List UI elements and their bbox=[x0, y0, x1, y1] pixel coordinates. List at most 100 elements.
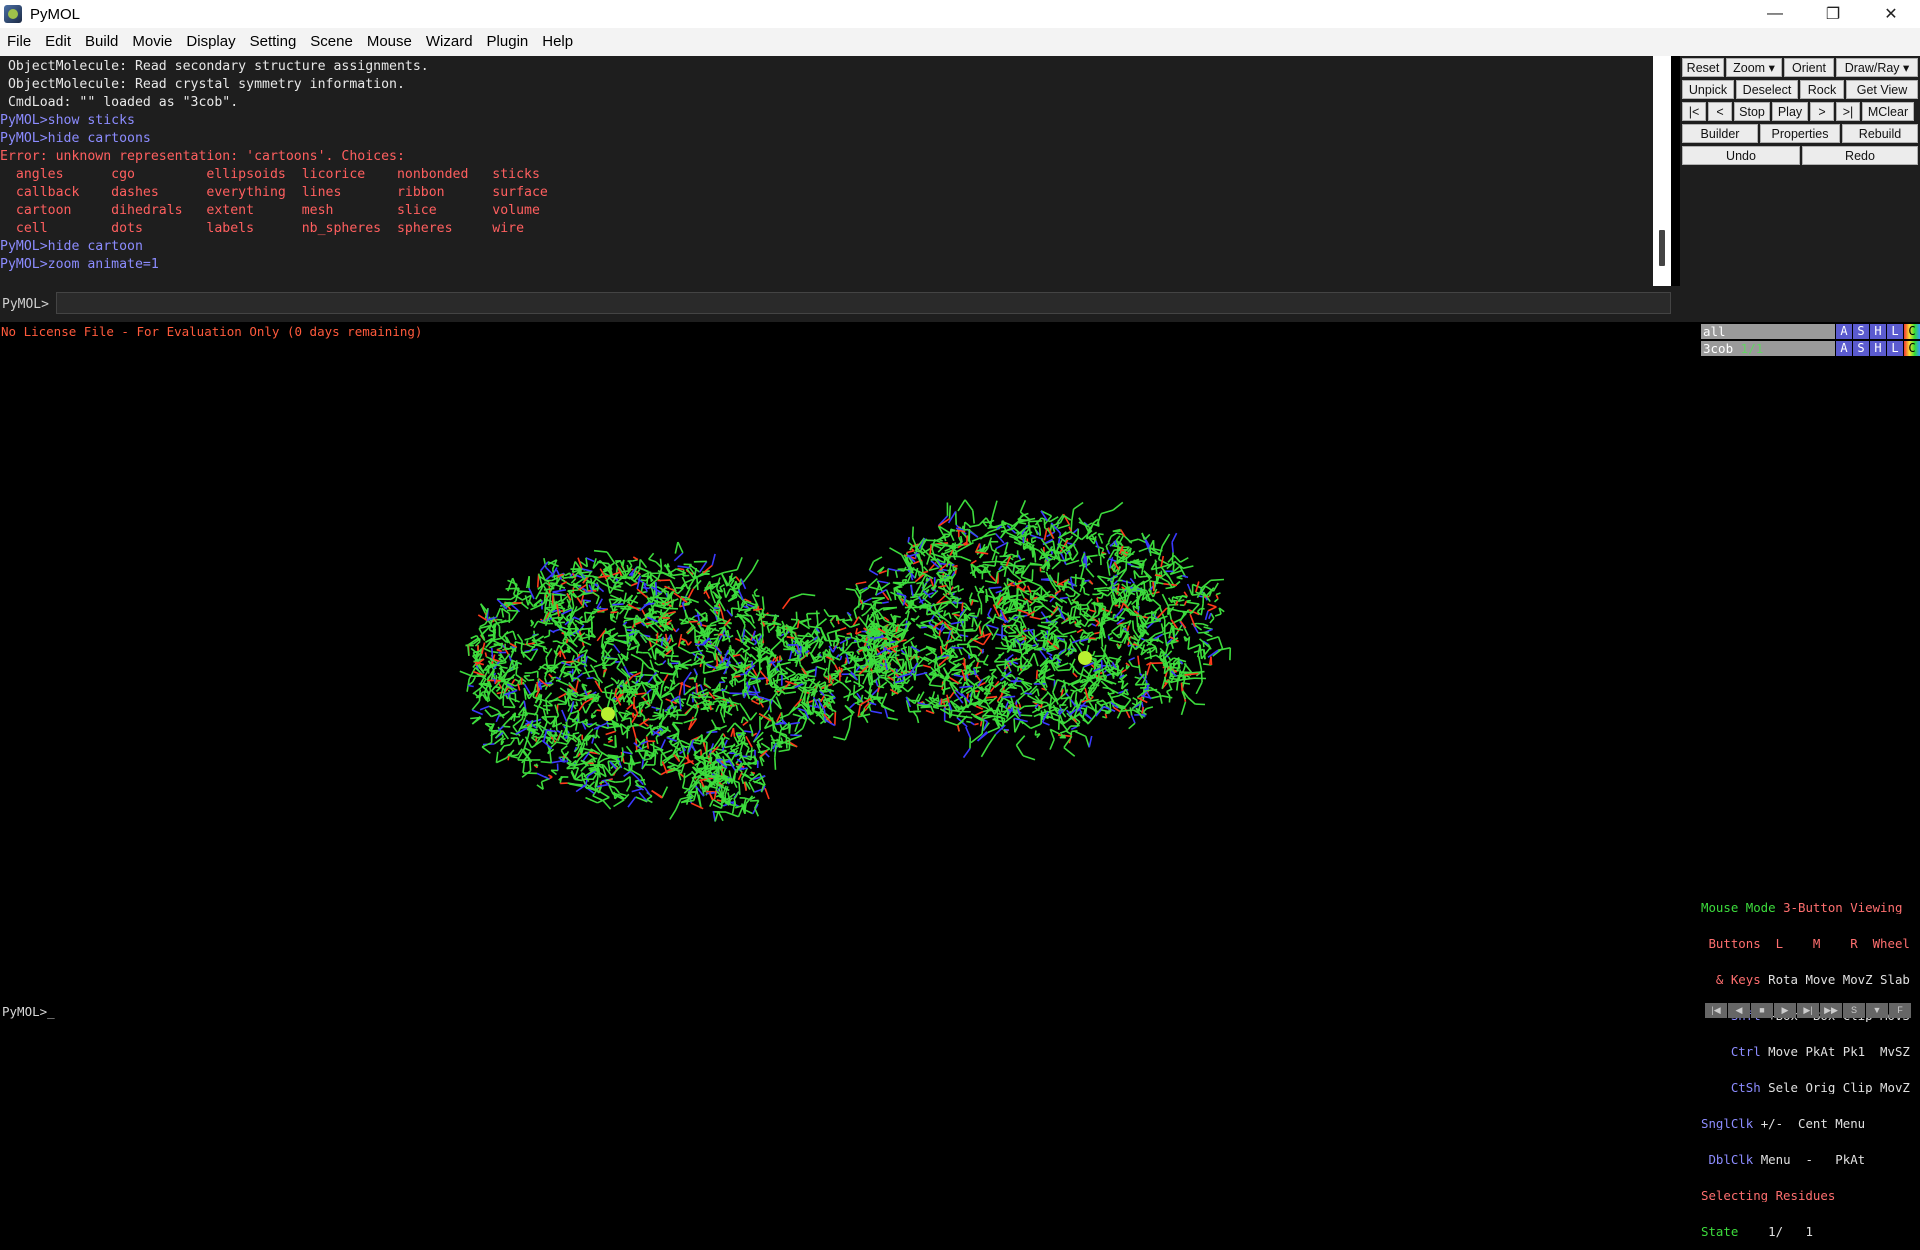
menu-build[interactable]: Build bbox=[78, 28, 125, 56]
console-line: angles cgo ellipsoids licorice nonbonded… bbox=[0, 166, 1653, 184]
button-panel: Reset Zoom ▾ Orient Draw/Ray ▾ Unpick De… bbox=[1680, 56, 1920, 322]
console-line: PyMOL>hide cartoon bbox=[0, 238, 1653, 256]
reset-button[interactable]: Reset bbox=[1682, 58, 1724, 77]
command-input[interactable] bbox=[56, 292, 1671, 314]
object-name[interactable]: all bbox=[1701, 324, 1835, 339]
console-line: PyMOL>hide cartoons bbox=[0, 130, 1653, 148]
menu-mouse[interactable]: Mouse bbox=[360, 28, 419, 56]
ctrl-actions: Move PkAt Pk1 MvSZ bbox=[1768, 1046, 1910, 1058]
movie-controls: |◀ ◀ ■ ▶ ▶| ▶▶ S ▼ F bbox=[1705, 1003, 1912, 1018]
show-button[interactable]: S bbox=[1853, 341, 1869, 356]
menu-plugin[interactable]: Plugin bbox=[480, 28, 536, 56]
state-value: 1/ 1 bbox=[1746, 1226, 1813, 1238]
pymol-app-icon bbox=[4, 5, 22, 23]
first-frame-icon[interactable]: |◀ bbox=[1705, 1003, 1727, 1018]
get-view-button[interactable]: Get View bbox=[1846, 80, 1918, 99]
show-button[interactable]: S bbox=[1853, 324, 1869, 339]
back-button[interactable]: < bbox=[1708, 102, 1732, 121]
window-title: PyMOL bbox=[30, 6, 80, 23]
color-button[interactable]: C bbox=[1904, 324, 1920, 339]
end-button[interactable]: >| bbox=[1836, 102, 1860, 121]
singleclick-label: SnglClk bbox=[1701, 1118, 1761, 1130]
color-button[interactable]: C bbox=[1904, 341, 1920, 356]
protein-structure-render[interactable] bbox=[0, 322, 1699, 1002]
menu-edit[interactable]: Edit bbox=[38, 28, 78, 56]
menu-wizard[interactable]: Wizard bbox=[419, 28, 480, 56]
next-frame-icon[interactable]: ▶| bbox=[1797, 1003, 1819, 1018]
prev-frame-icon[interactable]: ◀ bbox=[1728, 1003, 1750, 1018]
restore-button[interactable]: ❐ bbox=[1804, 0, 1862, 28]
ctrl-label: Ctrl bbox=[1701, 1046, 1768, 1058]
menu-file[interactable]: File bbox=[0, 28, 38, 56]
hide-button[interactable]: H bbox=[1870, 341, 1886, 356]
console-line: PyMOL>zoom animate=1 bbox=[0, 256, 1653, 274]
console-output: ObjectMolecule: Read secondary structure… bbox=[0, 56, 1653, 286]
title-bar: PyMOL — ❐ ✕ bbox=[0, 0, 1920, 28]
object-state: 1/1 bbox=[1741, 341, 1764, 356]
command-prompt-label: PyMOL> bbox=[2, 297, 49, 312]
action-button[interactable]: A bbox=[1836, 341, 1852, 356]
molecular-viewport[interactable]: No License File - For Evaluation Only (0… bbox=[0, 322, 1699, 1002]
mouse-mode-panel[interactable]: Mouse Mode 3-Button Viewing Buttons L M … bbox=[1701, 878, 1920, 1250]
console-line: PyMOL>show sticks bbox=[0, 112, 1653, 130]
mclear-button[interactable]: MClear bbox=[1862, 102, 1914, 121]
console-line: cell dots labels nb_spheres spheres wire bbox=[0, 220, 1653, 238]
doubleclick-label: DblClk bbox=[1701, 1154, 1761, 1166]
console-scroll-thumb[interactable] bbox=[1659, 230, 1665, 266]
singleclick-actions: +/- Cent Menu bbox=[1761, 1118, 1865, 1130]
menu-scene[interactable]: Scene bbox=[303, 28, 360, 56]
zoom-button[interactable]: Zoom ▾ bbox=[1726, 58, 1782, 77]
object-row-all[interactable]: all A S H L C bbox=[1701, 324, 1920, 339]
scene-icon[interactable]: S bbox=[1843, 1003, 1865, 1018]
unpick-button[interactable]: Unpick bbox=[1682, 80, 1734, 99]
undo-button[interactable]: Undo bbox=[1682, 146, 1800, 165]
menu-display[interactable]: Display bbox=[179, 28, 242, 56]
label-button[interactable]: L bbox=[1887, 324, 1903, 339]
menu-bar: File Edit Build Movie Display Setting Sc… bbox=[0, 28, 1920, 56]
selecting-mode[interactable]: Selecting Residues bbox=[1701, 1190, 1920, 1202]
play-button[interactable]: Play bbox=[1772, 102, 1808, 121]
builder-button[interactable]: Builder bbox=[1682, 124, 1758, 143]
orient-button[interactable]: Orient bbox=[1784, 58, 1834, 77]
minimize-button[interactable]: — bbox=[1746, 0, 1804, 28]
stop-icon[interactable]: ■ bbox=[1751, 1003, 1773, 1018]
keys-actions: Rota Move MovZ Slab bbox=[1768, 974, 1910, 986]
dropdown-icon[interactable]: ▼ bbox=[1866, 1003, 1888, 1018]
rebuild-button[interactable]: Rebuild bbox=[1842, 124, 1918, 143]
ctsh-label: CtSh bbox=[1701, 1082, 1768, 1094]
play-icon[interactable]: ▶ bbox=[1774, 1003, 1796, 1018]
deselect-button[interactable]: Deselect bbox=[1736, 80, 1798, 99]
console-line: CmdLoad: "" loaded as "3cob". bbox=[0, 94, 1653, 112]
properties-button[interactable]: Properties bbox=[1760, 124, 1840, 143]
rewind-button[interactable]: |< bbox=[1682, 102, 1706, 121]
fullscreen-icon[interactable]: F bbox=[1889, 1003, 1911, 1018]
last-frame-icon[interactable]: ▶▶ bbox=[1820, 1003, 1842, 1018]
console-line: Error: unknown representation: 'cartoons… bbox=[0, 148, 1653, 166]
rock-button[interactable]: Rock bbox=[1800, 80, 1844, 99]
menu-setting[interactable]: Setting bbox=[243, 28, 304, 56]
label-button[interactable]: L bbox=[1887, 341, 1903, 356]
action-button[interactable]: A bbox=[1836, 324, 1852, 339]
status-bar: PyMOL>_ bbox=[0, 1002, 1699, 1020]
hide-button[interactable]: H bbox=[1870, 324, 1886, 339]
draw-ray-button[interactable]: Draw/Ray ▾ bbox=[1836, 58, 1918, 77]
menu-help[interactable]: Help bbox=[535, 28, 580, 56]
keys-label: & Keys bbox=[1701, 974, 1768, 986]
console-line: cartoon dihedrals extent mesh slice volu… bbox=[0, 202, 1653, 220]
status-prompt: PyMOL>_ bbox=[2, 1004, 55, 1019]
console-line: ObjectMolecule: Read crystal symmetry in… bbox=[0, 76, 1653, 94]
forward-button[interactable]: > bbox=[1810, 102, 1834, 121]
ctsh-actions: Sele Orig Clip MovZ bbox=[1768, 1082, 1910, 1094]
stop-button[interactable]: Stop bbox=[1734, 102, 1770, 121]
mouse-mode-label: Mouse Mode bbox=[1701, 902, 1783, 914]
console-scrollbar[interactable] bbox=[1653, 56, 1671, 286]
buttons-header: Buttons L M R Wheel bbox=[1701, 938, 1920, 950]
menu-movie[interactable]: Movie bbox=[125, 28, 179, 56]
object-name[interactable]: 3cob 1/1 bbox=[1701, 341, 1835, 356]
close-button[interactable]: ✕ bbox=[1862, 0, 1920, 28]
console-line: ObjectMolecule: Read secondary structure… bbox=[0, 58, 1653, 76]
command-row: PyMOL> bbox=[0, 286, 1680, 322]
redo-button[interactable]: Redo bbox=[1802, 146, 1918, 165]
object-row-3cob[interactable]: 3cob 1/1 A S H L C bbox=[1701, 341, 1920, 356]
doubleclick-actions: Menu - PkAt bbox=[1761, 1154, 1865, 1166]
